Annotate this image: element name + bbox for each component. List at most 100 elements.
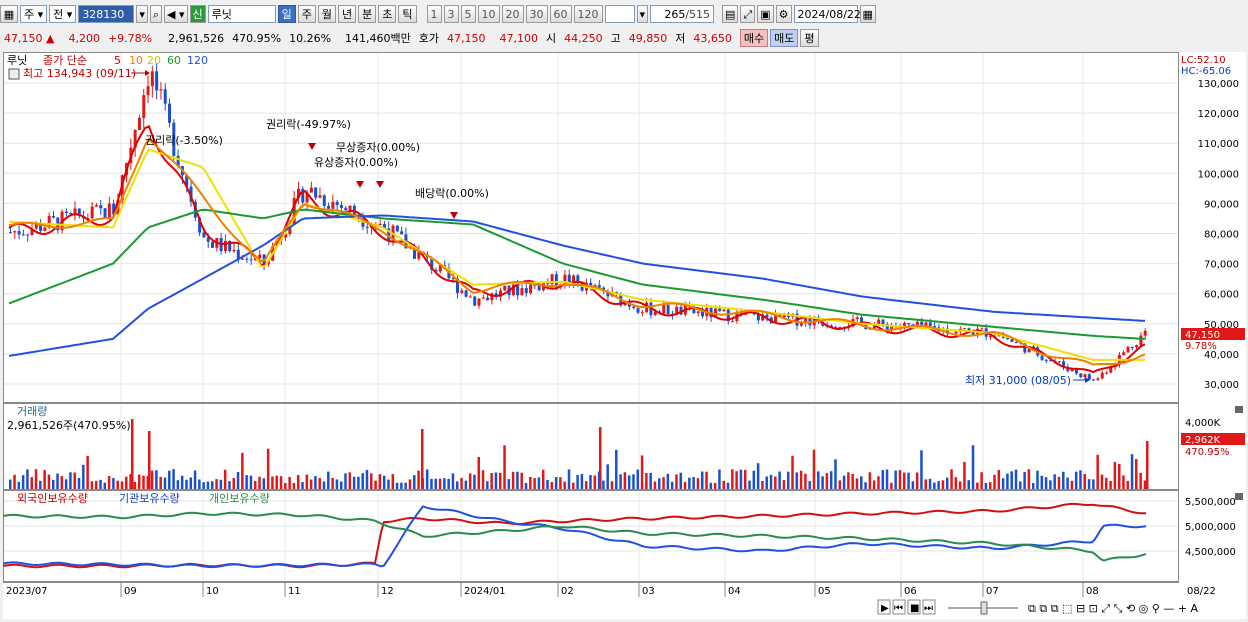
type-select[interactable]: 주 ▾: [20, 5, 48, 23]
volume-bar: [924, 479, 927, 489]
grid-icon[interactable]: ▤: [722, 5, 739, 23]
volume-bar: [855, 478, 859, 489]
candle-body: [159, 89, 163, 91]
volume-bar: [1109, 480, 1112, 489]
volume-panel-close-icon[interactable]: [1235, 406, 1243, 413]
interval-3[interactable]: 3: [443, 5, 459, 23]
buy-button[interactable]: 매수: [739, 29, 769, 47]
volume-bar: [241, 452, 244, 489]
volume-bar: [348, 472, 352, 489]
volume-bar: [223, 469, 227, 489]
interval-custom-input[interactable]: [604, 5, 635, 23]
volume-bar: [662, 477, 665, 489]
candle-body: [967, 328, 971, 331]
tab-period-day[interactable]: 일: [277, 5, 296, 23]
volume-bar: [881, 470, 885, 489]
chart-svg[interactable]: 130,000 120,000 110,000 100,000 90,000 80,000…: [2, 52, 1246, 619]
holdings-tick-label: 4,500,000: [1185, 547, 1236, 558]
x-tick-label: 06: [904, 586, 917, 597]
volume-bar: [322, 481, 326, 489]
interval-30[interactable]: 30: [525, 5, 548, 23]
candle-body: [339, 205, 343, 208]
candle-body: [335, 201, 339, 206]
candle-body: [90, 206, 94, 219]
tab-period-minute[interactable]: 분: [358, 5, 377, 23]
volume-bar: [133, 481, 137, 489]
volume-bar: [1139, 472, 1142, 489]
volume-bar: [864, 482, 867, 489]
volume-bar: [511, 471, 515, 489]
volume-bar: [425, 469, 429, 489]
expand-icon[interactable]: ⤢: [740, 5, 756, 23]
interval-5[interactable]: 5: [460, 5, 476, 23]
tab-period-tick[interactable]: 틱: [398, 5, 417, 23]
svg-text:⏮: ⏮: [894, 603, 903, 614]
stock-code-input[interactable]: 328130: [78, 5, 135, 23]
scroll-controls[interactable]: ▶ ⏮ ■ ⏭ ⧉ ⧉ ⧉ ⬚ ⊟ ⊡ ⤢ ⤡ ⟲ ◎ ⚲ — + A: [877, 599, 1199, 615]
volume-bar: [804, 473, 807, 489]
volume-bar: [799, 470, 803, 489]
volume-bar: [301, 482, 304, 489]
x-last-label: 08/22: [1187, 586, 1216, 597]
volume-bar: [722, 480, 725, 489]
interval-60[interactable]: 60: [549, 5, 572, 23]
count-input[interactable]: 265/515: [650, 5, 715, 23]
tab-period-second[interactable]: 초: [378, 5, 397, 23]
volume-bar: [64, 479, 68, 489]
save-icon[interactable]: ▣: [757, 5, 774, 23]
volume-bar: [1105, 477, 1108, 489]
volume-bar: [309, 479, 313, 489]
market-select[interactable]: 전 ▾: [49, 5, 77, 23]
candle-body: [249, 259, 253, 261]
eval-button[interactable]: 평: [800, 29, 819, 47]
volume-bar: [1143, 480, 1147, 489]
candle-body: [640, 312, 644, 314]
interval-10[interactable]: 10: [477, 5, 500, 23]
sell-button[interactable]: 매도: [770, 29, 799, 47]
volume-bar: [718, 469, 721, 489]
volume-bar: [1126, 480, 1130, 489]
bid-label: 호가: [418, 32, 440, 45]
candle-body: [1122, 352, 1126, 355]
interval-20[interactable]: 20: [501, 5, 524, 23]
volume-bar: [26, 469, 29, 489]
chart-area[interactable]: 130,000 120,000 110,000 100,000 90,000 80,000…: [2, 52, 1246, 619]
tab-period-month[interactable]: 월: [317, 5, 336, 23]
volume-bar: [872, 480, 876, 489]
date-input[interactable]: 2024/08/22: [793, 5, 861, 23]
interval-120[interactable]: 120: [573, 5, 603, 23]
volume-bar: [610, 481, 614, 489]
volume-bar: [219, 479, 223, 489]
volume-bar: [967, 480, 970, 489]
volume-bar: [494, 472, 498, 489]
candle-body: [1096, 378, 1100, 380]
volume-bar: [683, 482, 687, 489]
volume-bar: [1100, 474, 1104, 489]
candle-body: [64, 211, 68, 214]
interval-1[interactable]: 1: [426, 5, 442, 23]
indicator-settings-icon[interactable]: [8, 68, 20, 80]
volume-bar: [584, 481, 588, 489]
settings-icon[interactable]: ⚙: [775, 5, 792, 23]
candle-body: [464, 290, 468, 297]
interval-dropdown-icon[interactable]: ▾: [636, 5, 649, 23]
candle-body: [314, 187, 318, 198]
calendar-icon[interactable]: ▦: [859, 5, 876, 23]
holdings-panel-close-icon[interactable]: [1235, 493, 1243, 500]
tab-period-year[interactable]: 년: [338, 5, 357, 23]
svg-text:⧉ ⧉ ⧉ ⬚ ⊟ ⊡ ⤢ ⤡ ⟲ ◎ ⚲ — + A: ⧉ ⧉ ⧉ ⬚ ⊟ ⊡ ⤢ ⤡ ⟲ ◎ ⚲ — + A: [1028, 602, 1199, 615]
candle-body: [378, 223, 382, 225]
dropdown-icon[interactable]: ▾: [136, 5, 148, 23]
tab-period-week[interactable]: 주: [297, 5, 316, 23]
search-icon[interactable]: ⌕: [149, 5, 163, 23]
speaker-icon[interactable]: ◀ ▾: [164, 5, 188, 23]
volume-bar: [705, 471, 708, 489]
candle-body: [1057, 361, 1061, 363]
candle-body: [1130, 346, 1134, 348]
volume-bar: [976, 482, 979, 489]
volume-rate: 470.95%: [232, 31, 282, 45]
chart-menu-icon[interactable]: ▦: [0, 5, 18, 23]
volume-bar: [43, 470, 46, 489]
volume-bar: [825, 473, 829, 489]
volume-bar: [318, 478, 321, 489]
